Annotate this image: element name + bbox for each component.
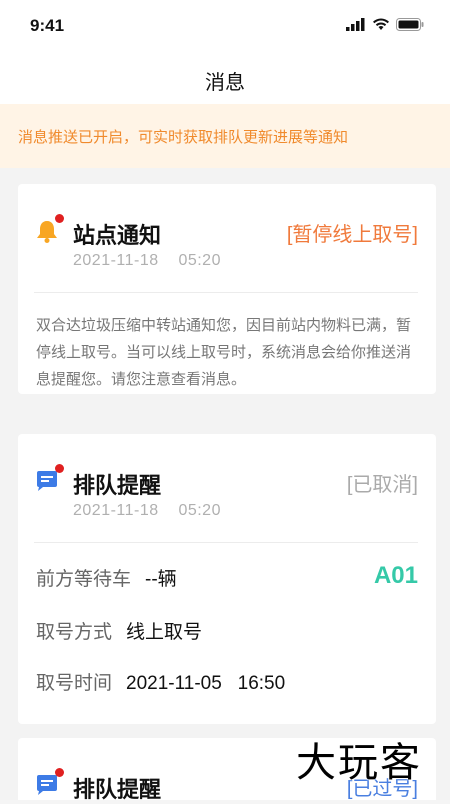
row-label: 前方等待车 xyxy=(36,569,132,590)
queue-number: A01 xyxy=(373,562,418,589)
status-time: 9:41 xyxy=(30,16,65,35)
message-list: 站点通知 [暂停线上取号] 2021-11-18 05:20 双合达垃圾压缩中转… xyxy=(0,168,450,802)
wifi-icon xyxy=(373,18,389,30)
card-header: 排队提醒 [已取消] 2021-11-18 05:20 xyxy=(18,434,436,534)
nav-bar: 消息 xyxy=(0,56,450,104)
message-card-queue-cancelled[interactable]: 排队提醒 [已取消] 2021-11-18 05:20 前方等待车 --辆 A01… xyxy=(18,434,436,724)
waiting-cars-row: 前方等待车 --辆 xyxy=(36,564,418,591)
row-value: --辆 xyxy=(145,569,177,590)
card-divider xyxy=(34,292,418,293)
row-label: 取号时间 xyxy=(36,673,113,694)
chat-icon xyxy=(34,768,64,798)
battery-icon xyxy=(396,18,424,31)
ticket-time-row: 取号时间 2021-11-05 16:50 xyxy=(36,668,418,695)
status-icons xyxy=(346,18,424,31)
status-bar: 9:41 xyxy=(0,0,450,56)
row-label: 取号方式 xyxy=(36,622,113,643)
unread-dot xyxy=(55,768,64,777)
card-divider xyxy=(34,542,418,543)
unread-dot xyxy=(55,464,64,473)
card-title: 排队提醒 xyxy=(73,777,162,802)
status-tag: [已取消] xyxy=(346,474,418,496)
message-card-site-notice[interactable]: 站点通知 [暂停线上取号] 2021-11-18 05:20 双合达垃圾压缩中转… xyxy=(18,184,436,394)
card-header: 站点通知 [暂停线上取号] 2021-11-18 05:20 xyxy=(18,184,436,284)
signal-icon xyxy=(346,18,365,31)
card-title: 站点通知 xyxy=(73,223,162,248)
card-date: 2021-11-18 05:20 xyxy=(73,502,221,519)
ticket-method-row: 取号方式 线上取号 xyxy=(36,617,418,644)
card-title: 排队提醒 xyxy=(73,473,162,498)
push-notice-banner: 消息推送已开启，可实时获取排队更新进展等通知 xyxy=(0,104,450,168)
watermark-logo: 大玩客 xyxy=(296,740,422,786)
push-notice-text: 消息推送已开启，可实时获取排队更新进展等通知 xyxy=(18,128,349,146)
page-title: 消息 xyxy=(205,71,245,94)
unread-dot xyxy=(55,214,64,223)
chat-icon xyxy=(34,464,64,494)
status-tag: [暂停线上取号] xyxy=(286,224,418,246)
bell-icon xyxy=(34,214,64,244)
row-value: 2021-11-05 16:50 xyxy=(126,673,286,694)
card-body-text: 双合达垃圾压缩中转站通知您，因目前站内物料已满，暂停线上取号。当可以线上取号时，… xyxy=(36,317,412,388)
row-value: 线上取号 xyxy=(126,622,203,643)
card-date: 2021-11-18 05:20 xyxy=(73,252,221,269)
